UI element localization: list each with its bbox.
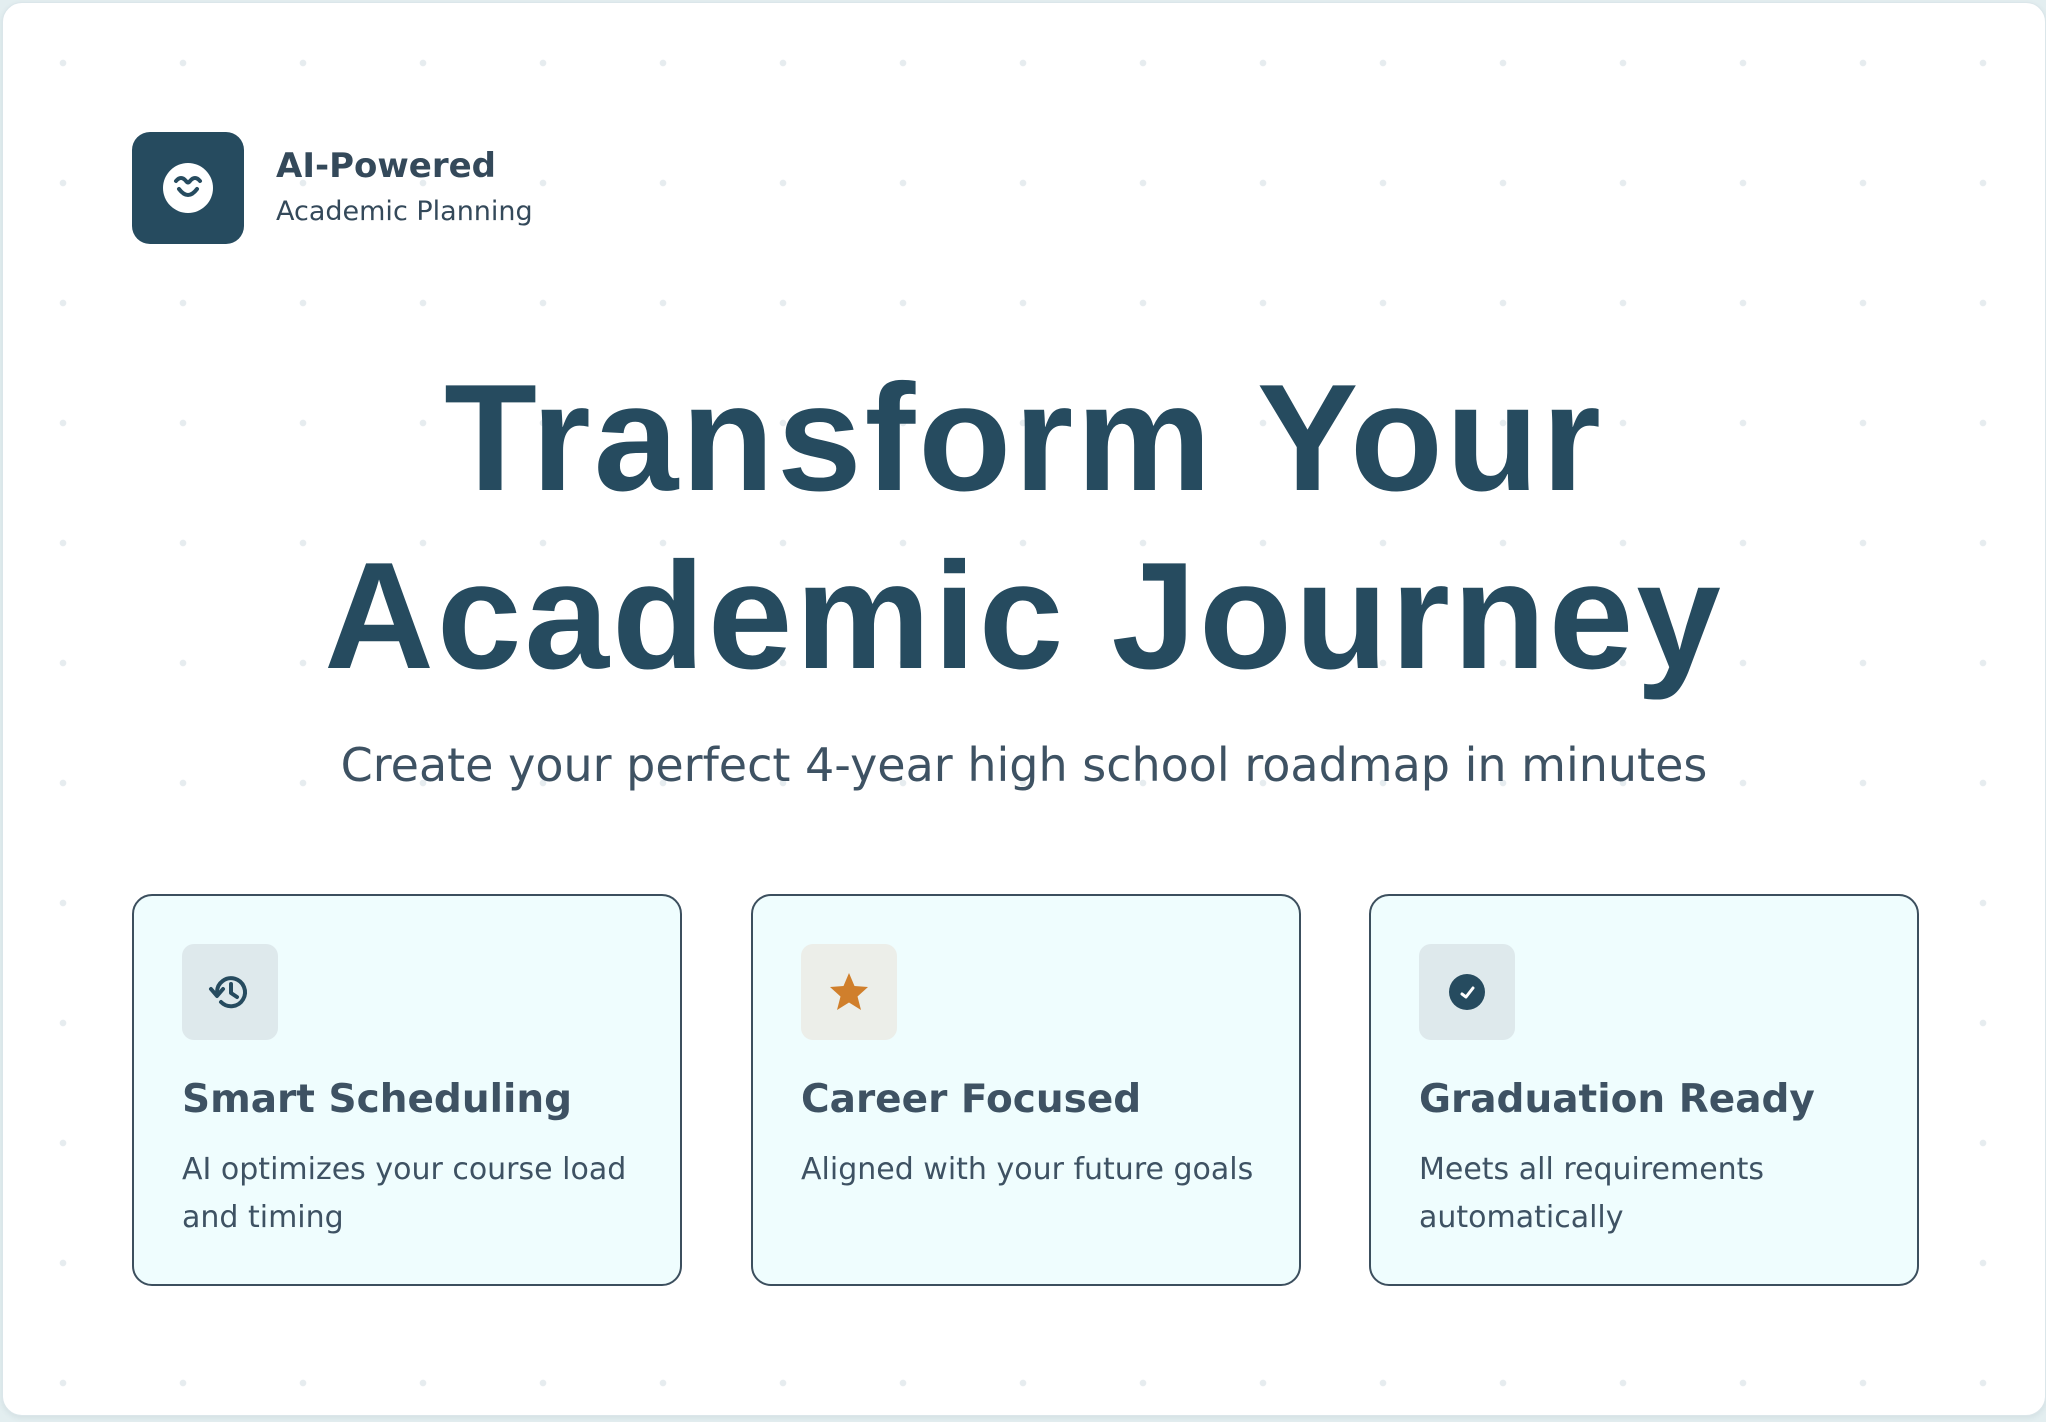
hero-title-line-1: Transform Your — [444, 353, 1604, 523]
feature-description: AI optimizes your course load and timing — [182, 1152, 627, 1235]
brand-title: AI-Powered — [276, 146, 496, 186]
feature-description: Aligned with your future goals — [801, 1152, 1254, 1187]
feature-icon-box — [1419, 944, 1515, 1040]
check-circle-icon — [1449, 974, 1485, 1010]
feature-card-career-focused: Career Focused Aligned with your future … — [751, 894, 1301, 1286]
star-icon — [830, 973, 868, 1010]
feature-icon-box — [182, 944, 278, 1040]
brand-header: AI-Powered Academic Planning — [132, 132, 533, 244]
feature-title: Graduation Ready — [1419, 1077, 1815, 1122]
hero-heading: Transform Your Academic Journey — [3, 349, 2045, 705]
feature-cards: Smart Scheduling AI optimizes your cours… — [132, 894, 1924, 1290]
feature-card-graduation-ready: Graduation Ready Meets all requirements … — [1369, 894, 1919, 1286]
history-clock-icon — [209, 976, 247, 1009]
brand-logo — [132, 132, 244, 244]
feature-title: Career Focused — [801, 1077, 1142, 1122]
landing-page: AI-Powered Academic Planning Transform Y… — [2, 2, 2046, 1416]
hero-subtitle: Create your perfect 4-year high school r… — [340, 738, 1708, 792]
feature-icon-box — [801, 944, 897, 1040]
heart-smile-icon — [163, 163, 213, 213]
brand-subtitle: Academic Planning — [276, 196, 533, 227]
feature-title: Smart Scheduling — [182, 1077, 573, 1122]
hero-title-line-2: Academic Journey — [324, 531, 1724, 701]
feature-card-smart-scheduling: Smart Scheduling AI optimizes your cours… — [132, 894, 682, 1286]
feature-description: Meets all requirements automatically — [1419, 1152, 1765, 1235]
